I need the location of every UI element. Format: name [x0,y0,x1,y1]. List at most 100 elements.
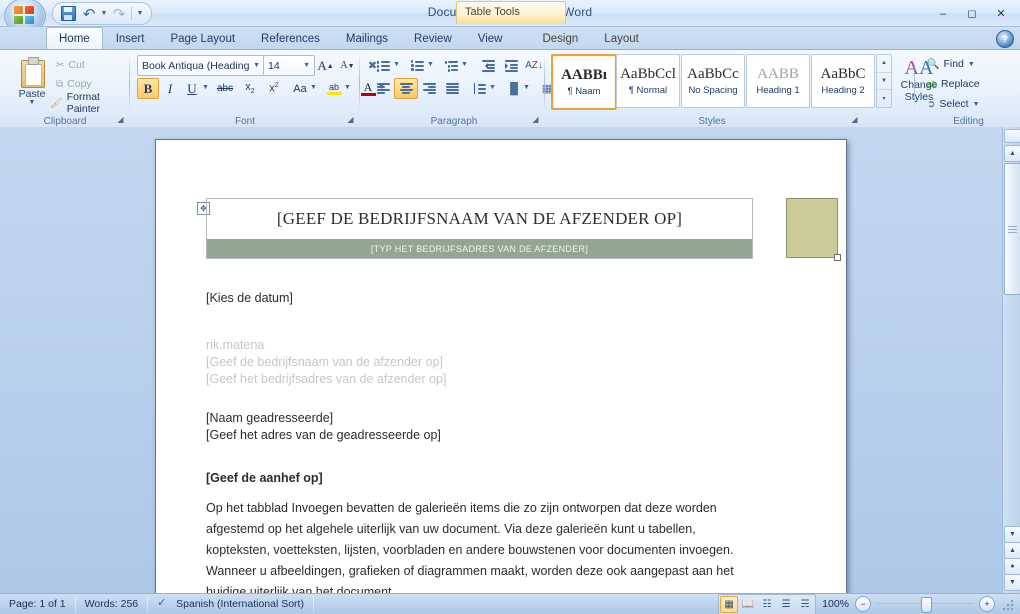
tab-page-layout[interactable]: Page Layout [157,28,248,49]
zoom-out-button[interactable]: − [855,596,871,612]
document-page[interactable]: ✥ [GEEF DE BEDRIJFSNAAM VAN DE AFZENDER … [155,139,847,594]
styles-scroll-down-button[interactable]: ▼ [877,73,891,91]
style-item-no-spacing[interactable]: AaBbCc No Spacing [681,54,745,108]
tab-mailings[interactable]: Mailings [333,28,401,49]
grow-font-button[interactable]: A ▲ [314,55,337,76]
view-draft-button[interactable]: ☴ [796,596,814,613]
underline-button[interactable]: U [181,78,203,99]
header-table[interactable]: [GEEF DE BEDRIJFSNAAM VAN DE AFZENDER OP… [206,198,753,259]
document-body[interactable]: [GEEF DE BEDRIJFSNAAM VAN DE AFZENDER OP… [156,140,846,594]
justify-button[interactable] [440,78,464,99]
shading-dropdown[interactable]: ▼ [523,84,530,91]
scroll-up-button[interactable]: ▲ [1004,145,1020,162]
close-button[interactable]: ✕ [987,4,1015,23]
style-item-naam[interactable]: AABBı ¶ Naam [551,54,617,110]
body-paragraph-1[interactable]: Op het tabblad Invoegen bevatten de gale… [206,498,798,594]
superscript-button[interactable]: x2 [262,78,286,99]
view-web-layout-button[interactable]: ☷ [758,596,776,613]
date-placeholder[interactable]: [Kies de datum] [206,290,798,307]
zoom-slider[interactable] [877,597,973,613]
resize-handle[interactable] [834,254,841,261]
spellcheck-icon: ✓ [157,597,167,609]
styles-scroll-up-button[interactable]: ▲ [877,55,891,73]
recipient-name[interactable]: [Naam geadresseerde] [206,410,798,427]
zoom-in-button[interactable]: + [979,596,995,612]
header-company-cell[interactable]: [GEEF DE BEDRIJFSNAAM VAN DE AFZENDER OP… [207,199,752,239]
align-right-button[interactable] [417,78,441,99]
maximize-button[interactable]: ◻ [958,4,986,23]
sender-user[interactable]: rik.matena [206,337,798,354]
decrease-indent-button[interactable] [476,55,500,76]
view-outline-button[interactable]: ☰ [777,596,795,613]
language-status[interactable]: ✓ Spanish (International Sort) [148,596,314,612]
strikethrough-button[interactable]: abc [212,78,238,99]
view-full-screen-reading-button[interactable]: 📖 [739,596,757,613]
highlight-dropdown[interactable]: ▼ [344,84,351,91]
header-address-cell[interactable]: [TYP HET BEDRIJFSADRES VAN DE AFZENDER] [207,239,752,258]
underline-dropdown[interactable]: ▼ [202,84,209,91]
zoom-slider-thumb[interactable] [921,597,932,613]
align-center-button[interactable] [394,78,418,99]
style-item-heading-2[interactable]: AaBbC Heading 2 [811,54,875,108]
numbering-dropdown[interactable]: ▼ [427,61,434,68]
align-left-button[interactable] [371,78,395,99]
shrink-font-button[interactable]: A ▼ [336,55,359,76]
increase-indent-button[interactable] [499,55,523,76]
previous-page-button[interactable]: ▲ [1004,542,1020,559]
help-button[interactable]: ? [996,30,1014,48]
sort-button[interactable]: AZ↓ [522,55,546,76]
view-print-layout-button[interactable]: ▦ [720,595,739,613]
next-page-button[interactable]: ▼ [1004,574,1020,591]
numbering-button[interactable] [405,55,429,76]
styles-dialog-launcher[interactable]: ◢ [848,113,861,126]
clipboard-dialog-launcher[interactable]: ◢ [114,113,127,126]
bold-button[interactable]: B [137,78,159,99]
styles-more-button[interactable]: ▾ [877,90,891,107]
select-button[interactable]: ➲ Select ▼ [923,94,1009,114]
minimize-button[interactable]: – [929,4,957,23]
replace-button[interactable]: ab Replace [923,74,1009,94]
sender-address[interactable]: [Geef het bedrijfsadres van de afzender … [206,371,798,388]
font-name-combo[interactable]: Book Antiqua (Heading ▼ [137,55,265,76]
bullets-dropdown[interactable]: ▼ [393,61,400,68]
line-spacing-dropdown[interactable]: ▼ [489,84,496,91]
find-button[interactable]: 🔍 Find ▼ [923,54,997,74]
change-case-dropdown[interactable]: ▼ [310,84,317,91]
style-preview: AaBbC [820,66,866,82]
tab-view[interactable]: View [465,28,516,49]
vertical-scrollbar[interactable]: ▲ ▼ ▲ ● ▼ [1002,127,1020,594]
tab-design[interactable]: Design [529,28,591,49]
split-window-handle[interactable] [1004,129,1020,143]
multilevel-list-button[interactable] [439,55,463,76]
select-browse-object-button[interactable]: ● [1004,558,1020,575]
document-workspace[interactable]: ✥ [GEEF DE BEDRIJFSNAAM VAN DE AFZENDER … [0,127,1020,594]
recipient-address[interactable]: [Geef het adres van de geadresseerde op] [206,427,798,444]
page-status[interactable]: Page: 1 of 1 [0,596,76,612]
tab-review[interactable]: Review [401,28,465,49]
word-count-status[interactable]: Words: 256 [76,596,149,612]
text-highlight-button[interactable]: ab [322,78,346,99]
tab-references[interactable]: References [248,28,333,49]
paragraph-dialog-launcher[interactable]: ◢ [529,113,542,126]
accent-color-block[interactable] [786,198,841,261]
salutation[interactable]: [Geef de aanhef op] [206,470,798,487]
scroll-down-button[interactable]: ▼ [1004,526,1020,543]
bullets-button[interactable] [371,55,395,76]
style-item-heading-1[interactable]: AABB Heading 1 [746,54,810,108]
tab-insert[interactable]: Insert [103,28,158,49]
multilevel-list-dropdown[interactable]: ▼ [461,61,468,68]
scrollbar-thumb[interactable] [1004,163,1020,295]
subscript-button[interactable]: x2 [238,78,262,99]
cut-button[interactable]: ✂ Cut [52,55,130,75]
shrink-font-icon: A [340,60,348,71]
font-size-combo[interactable]: 14 ▼ [263,55,315,76]
font-dialog-launcher[interactable]: ◢ [344,113,357,126]
tab-layout[interactable]: Layout [591,28,652,49]
zoom-level[interactable]: 100% [822,598,849,610]
resize-grip[interactable] [1001,598,1013,610]
sender-company[interactable]: [Geef de bedrijfsnaam van de afzender op… [206,354,798,371]
style-item-normal[interactable]: AaBbCcl ¶ Normal [616,54,680,108]
format-painter-button[interactable]: 🖌 Format Painter [46,91,138,115]
italic-button[interactable]: I [159,78,181,99]
tab-home[interactable]: Home [46,27,103,49]
